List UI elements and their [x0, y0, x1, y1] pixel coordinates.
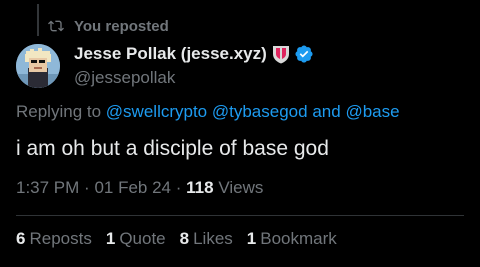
- thread-connector-line: [37, 4, 39, 36]
- reposts-label: Reposts: [29, 229, 92, 248]
- name-row: Jesse Pollak (jesse.xyz): [74, 43, 314, 65]
- quotes-count: 1: [105, 229, 116, 248]
- mention-link-base[interactable]: @base: [345, 102, 399, 121]
- tweet-text: i am oh but a disciple of base god: [16, 137, 329, 160]
- mention-link-tybasegod[interactable]: @tybasegod: [212, 102, 308, 121]
- verified-badge-icon[interactable]: [294, 44, 314, 64]
- likes-stat[interactable]: 8 Likes: [180, 229, 233, 249]
- repost-label: You reposted: [74, 17, 169, 35]
- replying-to-prefix: Replying to: [16, 102, 102, 121]
- tweet-time[interactable]: 1:37 PM: [16, 178, 79, 197]
- bookmarks-stat[interactable]: 1 Bookmark: [247, 229, 337, 249]
- likes-count: 8: [179, 229, 190, 248]
- repost-indicator: You reposted: [48, 17, 169, 35]
- avatar[interactable]: [16, 44, 60, 88]
- mention-link-swellcrypto[interactable]: @swellcrypto: [106, 102, 207, 121]
- divider: [16, 215, 464, 216]
- meta-separator: ·: [84, 178, 90, 197]
- bookmarks-count: 1: [246, 229, 257, 248]
- shield-badge-icon: [272, 44, 290, 64]
- likes-label: Likes: [193, 229, 233, 248]
- quotes-stat[interactable]: 1 Quote: [106, 229, 166, 249]
- engagement-stats: 6 Reposts 1 Quote 8 Likes 1 Bookmark: [16, 229, 351, 249]
- tweet-date[interactable]: 01 Feb 24: [94, 178, 171, 197]
- views-label: Views: [218, 178, 264, 197]
- meta-separator: ·: [175, 178, 182, 197]
- bookmarks-label: Bookmark: [260, 229, 337, 248]
- tweet-meta: 1:37 PM · 01 Feb 24 · 118 Views: [16, 178, 263, 198]
- author-display-name[interactable]: Jesse Pollak (jesse.xyz): [74, 44, 267, 64]
- mention-link-and[interactable]: and: [312, 102, 340, 121]
- reposts-stat[interactable]: 6 Reposts: [16, 229, 92, 249]
- repost-icon: [48, 18, 64, 34]
- reposts-count: 6: [16, 229, 26, 248]
- author-header: Jesse Pollak (jesse.xyz) @jessepollak: [74, 43, 314, 88]
- replying-to-line: Replying to @swellcrypto @tybasegod and …: [16, 102, 400, 122]
- author-handle[interactable]: @jessepollak: [74, 68, 314, 88]
- views-count: 118: [186, 178, 214, 197]
- quotes-label: Quote: [119, 229, 166, 248]
